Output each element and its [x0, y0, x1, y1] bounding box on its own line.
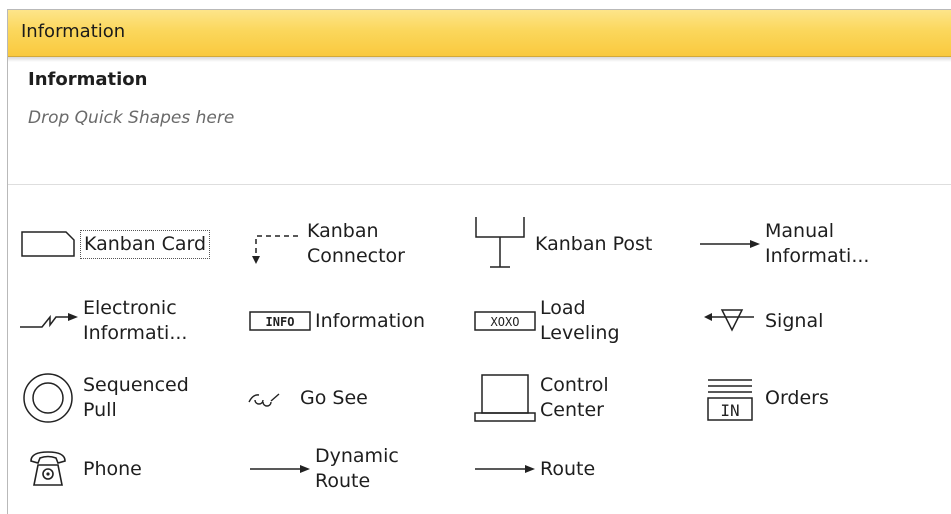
shape-information[interactable]: INFO Information — [248, 290, 428, 352]
shape-label: Load Leveling — [540, 297, 620, 344]
shape-phone[interactable]: Phone — [16, 438, 145, 500]
route-icon — [473, 442, 537, 496]
stencil-title: Information — [28, 69, 148, 90]
header-shadow — [8, 57, 951, 62]
shape-manual-information[interactable]: Manual Informati... — [698, 213, 872, 275]
shape-electronic-information[interactable]: Electronic Informati... — [16, 290, 190, 352]
load-leveling-icon: XOXO — [473, 294, 537, 348]
signal-icon — [698, 294, 762, 348]
shape-label: Phone — [83, 457, 142, 480]
shape-go-see[interactable]: Go See — [233, 367, 371, 429]
shape-orders[interactable]: IN Orders — [698, 367, 832, 429]
dynamic-route-icon — [248, 442, 312, 496]
electronic-information-icon — [16, 294, 80, 348]
sequenced-pull-icon — [16, 371, 80, 425]
shape-label: Sequenced Pull — [83, 374, 189, 421]
shape-label: Control Center — [540, 374, 609, 421]
svg-text:XOXO: XOXO — [491, 315, 520, 329]
shape-label: Kanban Post — [535, 232, 653, 255]
shape-dynamic-route[interactable]: Dynamic Route — [248, 438, 402, 500]
shape-label: Kanban Card — [80, 229, 211, 259]
stencil-header-title: Information — [21, 21, 126, 42]
shape-sequenced-pull[interactable]: Sequenced Pull — [16, 367, 192, 429]
manual-information-icon — [698, 217, 762, 271]
shape-load-leveling[interactable]: XOXO Load Leveling — [473, 290, 623, 352]
shape-kanban-post[interactable]: Kanban Post — [468, 213, 655, 275]
shape-label: Information — [315, 309, 425, 332]
shape-label: Manual Informati... — [765, 220, 870, 267]
shape-label: Signal — [765, 309, 824, 332]
go-see-icon — [233, 371, 297, 425]
shape-label: Dynamic Route — [315, 445, 399, 492]
svg-text:IN: IN — [720, 401, 739, 420]
shape-route[interactable]: Route — [473, 438, 598, 500]
stencil-header[interactable]: Information — [8, 10, 951, 57]
shape-label: Orders — [765, 386, 829, 409]
shape-kanban-card[interactable]: Kanban Card — [16, 213, 211, 275]
svg-text:INFO: INFO — [266, 315, 295, 329]
kanban-post-icon — [468, 217, 532, 271]
shape-signal[interactable]: Signal — [698, 290, 826, 352]
orders-icon: IN — [698, 371, 762, 425]
phone-icon — [16, 442, 80, 496]
shape-label: Kanban Connector — [307, 220, 405, 267]
kanban-card-icon — [16, 217, 80, 271]
control-center-icon — [473, 371, 537, 425]
quick-shapes-drop-zone[interactable]: Drop Quick Shapes here — [28, 108, 234, 128]
shape-label: Electronic Informati... — [83, 297, 188, 344]
shape-label: Go See — [300, 386, 368, 409]
shape-kanban-connector[interactable]: Kanban Connector — [240, 213, 408, 275]
shape-label: Route — [540, 457, 596, 480]
kanban-connector-icon — [240, 217, 304, 271]
shape-control-center[interactable]: Control Center — [473, 367, 612, 429]
shapes-panel: Information Information Drop Quick Shape… — [7, 9, 951, 514]
divider — [8, 184, 951, 185]
information-icon: INFO — [248, 294, 312, 348]
